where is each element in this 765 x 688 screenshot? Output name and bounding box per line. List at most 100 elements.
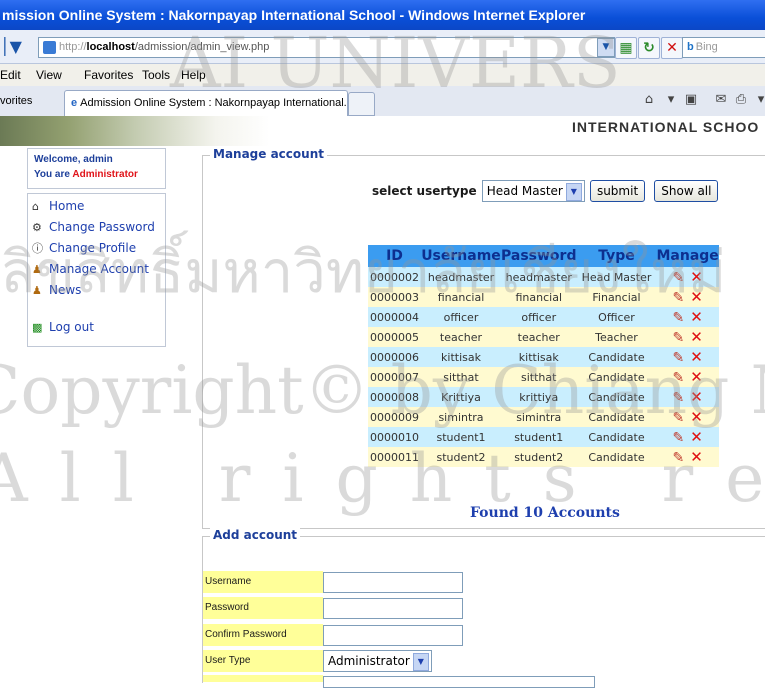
show-all-button[interactable]: Show all xyxy=(654,180,719,202)
sidebar-item-change-profile[interactable]: ⓘ Change Profile xyxy=(32,238,161,259)
exit-icon: ▩ xyxy=(32,321,43,334)
address-field[interactable]: http://localhost/admission/admin_view.ph… xyxy=(38,37,615,58)
cell-id: 0000008 xyxy=(368,387,421,407)
search-input[interactable]: b Bing xyxy=(682,37,765,58)
menu-bar: Edit View Favorites Tools Help xyxy=(0,64,765,86)
menu-view[interactable]: View xyxy=(36,64,62,86)
edit-icon[interactable]: ✎ xyxy=(672,390,684,406)
cell-password: kittisak xyxy=(501,347,577,367)
sidebar-item-logout[interactable]: ▩ Log out xyxy=(32,317,161,338)
mail-icon[interactable]: ✉ xyxy=(712,91,730,109)
delete-icon[interactable]: ✕ xyxy=(690,348,703,366)
delete-icon[interactable]: ✕ xyxy=(690,408,703,426)
tab-bar: vorites e Admission Online System : Nakor… xyxy=(0,86,765,117)
cell-type: Teacher xyxy=(576,327,657,347)
cell-manage: ✎ ✕ xyxy=(656,267,719,287)
edit-icon[interactable]: ✎ xyxy=(672,410,684,426)
manage-account-legend: Manage account xyxy=(210,147,327,161)
table-row: 0000011 student2 student2 Candidate ✎ ✕ xyxy=(368,447,719,467)
news-icon: ♟ xyxy=(32,284,42,297)
cell-password: financial xyxy=(501,287,577,307)
usertype-select[interactable]: Head Master ▼ xyxy=(481,180,585,202)
delete-icon[interactable]: ✕ xyxy=(690,368,703,386)
welcome-text: Welcome, admin xyxy=(34,154,113,165)
sidebar: Welcome, admin You are Administrator ⌂ Ho… xyxy=(27,148,166,347)
feeds-icon[interactable]: ▣ xyxy=(682,91,700,109)
edit-icon[interactable]: ✎ xyxy=(672,370,684,386)
compatibility-icon[interactable]: ▦ xyxy=(615,37,637,59)
cell-type: Candidate xyxy=(576,407,657,427)
window-title-bar: mission Online System : Nakornpayap Inte… xyxy=(0,0,765,30)
edit-icon[interactable]: ✎ xyxy=(672,290,684,306)
delete-icon[interactable]: ✕ xyxy=(690,448,703,466)
table-header-row: ID Username Password Type Manage xyxy=(368,245,719,267)
delete-icon[interactable]: ✕ xyxy=(690,388,703,406)
sidebar-item-manage-account[interactable]: ♟ Manage Account xyxy=(32,259,161,280)
sidebar-item-change-password[interactable]: ⚙ Change Password xyxy=(32,217,161,238)
table-row: 0000003 financial financial Financial ✎ ✕ xyxy=(368,287,719,307)
cell-manage: ✎ ✕ xyxy=(656,387,719,407)
back-forward-icon[interactable]: │▼ xyxy=(0,36,26,58)
delete-icon[interactable]: ✕ xyxy=(690,288,703,306)
cell-id: 0000009 xyxy=(368,407,421,427)
chevron-down-icon: ▼ xyxy=(565,182,582,201)
submit-button[interactable]: submit xyxy=(589,180,646,202)
role-text: Administrator xyxy=(72,169,138,180)
home-toolbar-icon[interactable]: ⌂ xyxy=(640,91,658,109)
sidebar-menu: ⌂ Home ⚙ Change Password ⓘ Change Profile ♟… xyxy=(27,193,166,347)
cell-username: officer xyxy=(421,307,501,327)
delete-icon[interactable]: ✕ xyxy=(690,268,703,286)
ie-icon: e xyxy=(71,97,78,109)
edit-icon[interactable]: ✎ xyxy=(672,430,684,446)
edit-icon[interactable]: ✎ xyxy=(672,350,684,366)
home-dropdown-icon[interactable]: ▾ xyxy=(662,91,680,109)
cell-id: 0000003 xyxy=(368,287,421,307)
cell-manage: ✎ ✕ xyxy=(656,327,719,347)
cell-password: teacher xyxy=(501,327,577,347)
confirm-password-field[interactable] xyxy=(323,625,463,646)
key-icon: ⚙ xyxy=(32,221,42,234)
page-icon xyxy=(43,41,56,54)
confirm-password-label: Confirm Password xyxy=(203,624,323,646)
delete-icon[interactable]: ✕ xyxy=(690,308,703,326)
cell-id: 0000006 xyxy=(368,347,421,367)
cell-manage: ✎ ✕ xyxy=(656,407,719,427)
edit-icon[interactable]: ✎ xyxy=(672,330,684,346)
password-field[interactable] xyxy=(323,598,463,619)
username-field[interactable] xyxy=(323,572,463,593)
print-dropdown-icon[interactable]: ▾ xyxy=(752,91,765,109)
stop-icon[interactable]: ✕ xyxy=(661,37,683,59)
menu-favorites[interactable]: Favorites xyxy=(84,64,133,86)
new-tab-button[interactable] xyxy=(348,92,375,116)
sidebar-item-news[interactable]: ♟ News xyxy=(32,280,161,301)
delete-icon[interactable]: ✕ xyxy=(690,328,703,346)
user-type-select[interactable]: Administrator ▼ xyxy=(323,650,432,672)
question-select[interactable] xyxy=(323,676,595,688)
role-prefix: You are xyxy=(34,169,70,180)
favorites-label[interactable]: vorites xyxy=(0,86,32,116)
cell-manage: ✎ ✕ xyxy=(656,367,719,387)
table-row: 0000007 sitthat sitthat Candidate ✎ ✕ xyxy=(368,367,719,387)
page-banner: INTERNATIONAL SCHOO xyxy=(0,116,765,146)
browser-tab[interactable]: e Admission Online System : Nakornpayap I… xyxy=(64,90,348,116)
table-row: 0000010 student1 student1 Candidate ✎ ✕ xyxy=(368,427,719,447)
sidebar-item-home[interactable]: ⌂ Home xyxy=(32,196,161,217)
menu-tools[interactable]: Tools xyxy=(142,64,170,86)
table-row: 0000002 headmaster headmaster Head Master ✎ ✕ xyxy=(368,267,719,287)
delete-icon[interactable]: ✕ xyxy=(690,428,703,446)
address-dropdown-icon[interactable]: ▼ xyxy=(597,38,615,57)
edit-icon[interactable]: ✎ xyxy=(672,310,684,326)
edit-icon[interactable]: ✎ xyxy=(672,270,684,286)
password-label: Password xyxy=(203,597,323,619)
info-icon: ⓘ xyxy=(32,242,43,255)
refresh-icon[interactable]: ↻ xyxy=(638,37,660,59)
cell-type: Head Master xyxy=(576,267,657,287)
menu-help[interactable]: Help xyxy=(181,64,206,86)
print-icon[interactable]: ⎙ xyxy=(732,91,750,109)
menu-edit[interactable]: Edit xyxy=(0,64,21,86)
cell-type: Candidate xyxy=(576,367,657,387)
school-name: INTERNATIONAL SCHOO xyxy=(572,119,760,135)
cell-manage: ✎ ✕ xyxy=(656,347,719,367)
users-icon: ♟ xyxy=(32,263,42,276)
edit-icon[interactable]: ✎ xyxy=(672,450,684,466)
